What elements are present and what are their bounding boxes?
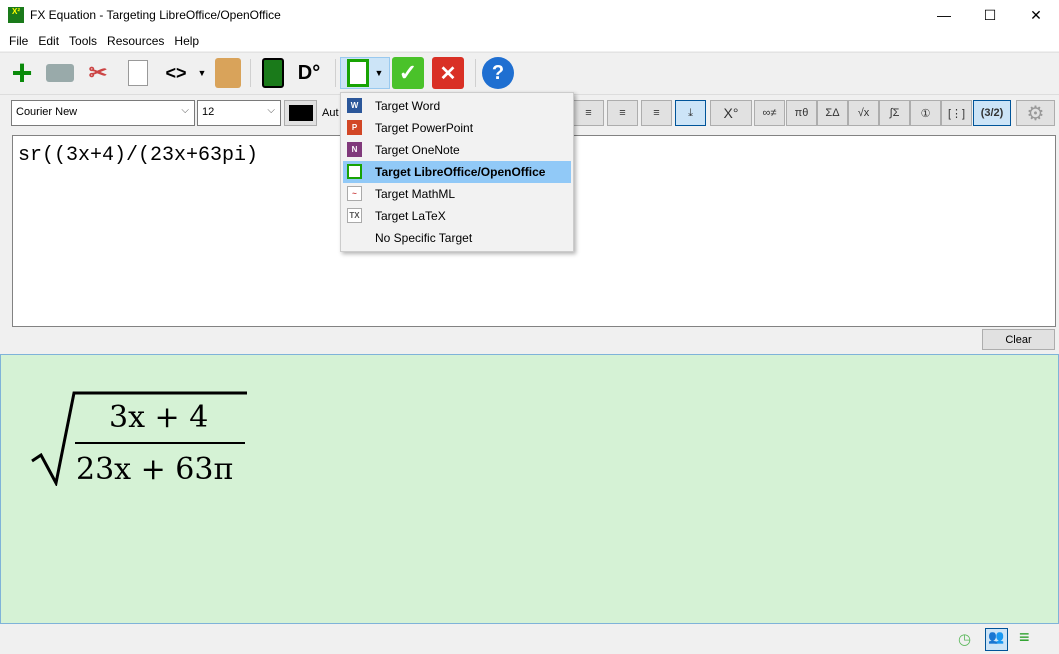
separator	[335, 59, 336, 87]
align-center-icon[interactable]: ≡	[607, 100, 638, 126]
menu-help[interactable]: Help	[169, 30, 204, 51]
separator	[250, 59, 251, 87]
print-icon[interactable]	[44, 57, 76, 89]
title-bar: X² FX Equation - Targeting LibreOffice/O…	[0, 0, 1059, 30]
history-icon[interactable]: ◷	[958, 630, 971, 648]
target-dropdown-button[interactable]: ▼	[340, 57, 390, 89]
clear-button[interactable]: Clear	[982, 329, 1055, 350]
font-select[interactable]: Courier New ⌵	[11, 100, 195, 126]
settings-icon[interactable]: ⚙	[1016, 100, 1055, 126]
operators-icon[interactable]: ∞≠	[754, 100, 785, 126]
matrix-icon[interactable]: [⋮]	[941, 100, 972, 126]
chevron-down-icon: ⌵	[267, 105, 275, 116]
copy-icon[interactable]	[122, 57, 154, 89]
degrees-radians-icon[interactable]: D°	[293, 57, 325, 89]
main-toolbar: + ✂ <> ▼ D° ▼ ✓ ✕ ?	[0, 52, 1059, 93]
size-select[interactable]: 12 ⌵	[197, 100, 281, 126]
menu-item-target-latex[interactable]: TX Target LaTeX	[343, 205, 571, 227]
accept-icon[interactable]: ✓	[392, 57, 424, 89]
align-left-icon[interactable]: ≡	[573, 100, 604, 126]
latex-icon: TX	[347, 208, 362, 223]
target-menu: W Target Word P Target PowerPoint N Target …	[340, 92, 574, 252]
maximize-button[interactable]: ☐	[967, 0, 1013, 30]
denominator: 23x + 63π	[76, 452, 234, 487]
new-icon[interactable]: +	[6, 52, 38, 93]
copy-dropdown-icon[interactable]: ▼	[196, 57, 208, 89]
paste-icon[interactable]	[212, 57, 244, 89]
symbols-icon[interactable]: ΣΔ	[817, 100, 848, 126]
menu-item-target-word[interactable]: W Target Word	[343, 95, 571, 117]
cancel-icon[interactable]: ✕	[432, 57, 464, 89]
powerpoint-icon: P	[347, 120, 362, 135]
minimize-button[interactable]: —	[921, 0, 967, 30]
roots-icon[interactable]: √x	[848, 100, 879, 126]
color-button[interactable]	[284, 100, 317, 126]
align-baseline-icon[interactable]: ⤓	[675, 100, 706, 126]
equation-preview: 3x + 4 23x + 63π	[0, 354, 1059, 624]
users-icon[interactable]: 👥	[985, 628, 1008, 651]
integrals-icon[interactable]: ∫Σ	[879, 100, 910, 126]
separator	[475, 59, 476, 87]
chevron-down-icon: ⌵	[181, 105, 189, 116]
menu-tools[interactable]: Tools	[64, 30, 102, 51]
help-icon[interactable]: ?	[482, 57, 514, 89]
menu-file[interactable]: File	[4, 30, 33, 51]
copy-code-icon[interactable]: <>	[160, 57, 192, 89]
calculator-icon[interactable]	[257, 57, 289, 89]
menu-item-target-libreoffice[interactable]: Target LibreOffice/OpenOffice	[343, 161, 571, 183]
cut-icon[interactable]: ✂	[82, 57, 114, 89]
numerator: 3x + 4	[109, 400, 209, 435]
superscript-button[interactable]: X°	[710, 100, 752, 126]
close-button[interactable]: ✕	[1013, 0, 1059, 30]
menu-item-target-onenote[interactable]: N Target OneNote	[343, 139, 571, 161]
menu-item-target-powerpoint[interactable]: P Target PowerPoint	[343, 117, 571, 139]
menu-bar: File Edit Tools Resources Help	[0, 30, 1059, 51]
greek-icon[interactable]: πθ	[786, 100, 817, 126]
word-icon: W	[347, 98, 362, 113]
fraction-button[interactable]: (3/2)	[973, 100, 1011, 126]
app-icon: X²	[8, 7, 24, 23]
menu-item-target-mathml[interactable]: ~ Target MathML	[343, 183, 571, 205]
libreoffice-icon	[346, 59, 369, 87]
enclosed-icon[interactable]: ①	[910, 100, 941, 126]
onenote-icon: N	[347, 142, 362, 157]
auto-label: Aut	[322, 107, 339, 119]
window-title: FX Equation - Targeting LibreOffice/Open…	[30, 8, 281, 22]
menu-resources[interactable]: Resources	[102, 30, 169, 51]
mathml-icon: ~	[347, 186, 362, 201]
status-bar: ◷ 👥 ≡	[0, 624, 1059, 654]
libreoffice-icon	[347, 164, 362, 179]
menu-item-no-target[interactable]: No Specific Target	[343, 227, 571, 249]
align-right-icon[interactable]: ≡	[641, 100, 672, 126]
menu-edit[interactable]: Edit	[33, 30, 64, 51]
menu-icon[interactable]: ≡	[1019, 627, 1030, 648]
